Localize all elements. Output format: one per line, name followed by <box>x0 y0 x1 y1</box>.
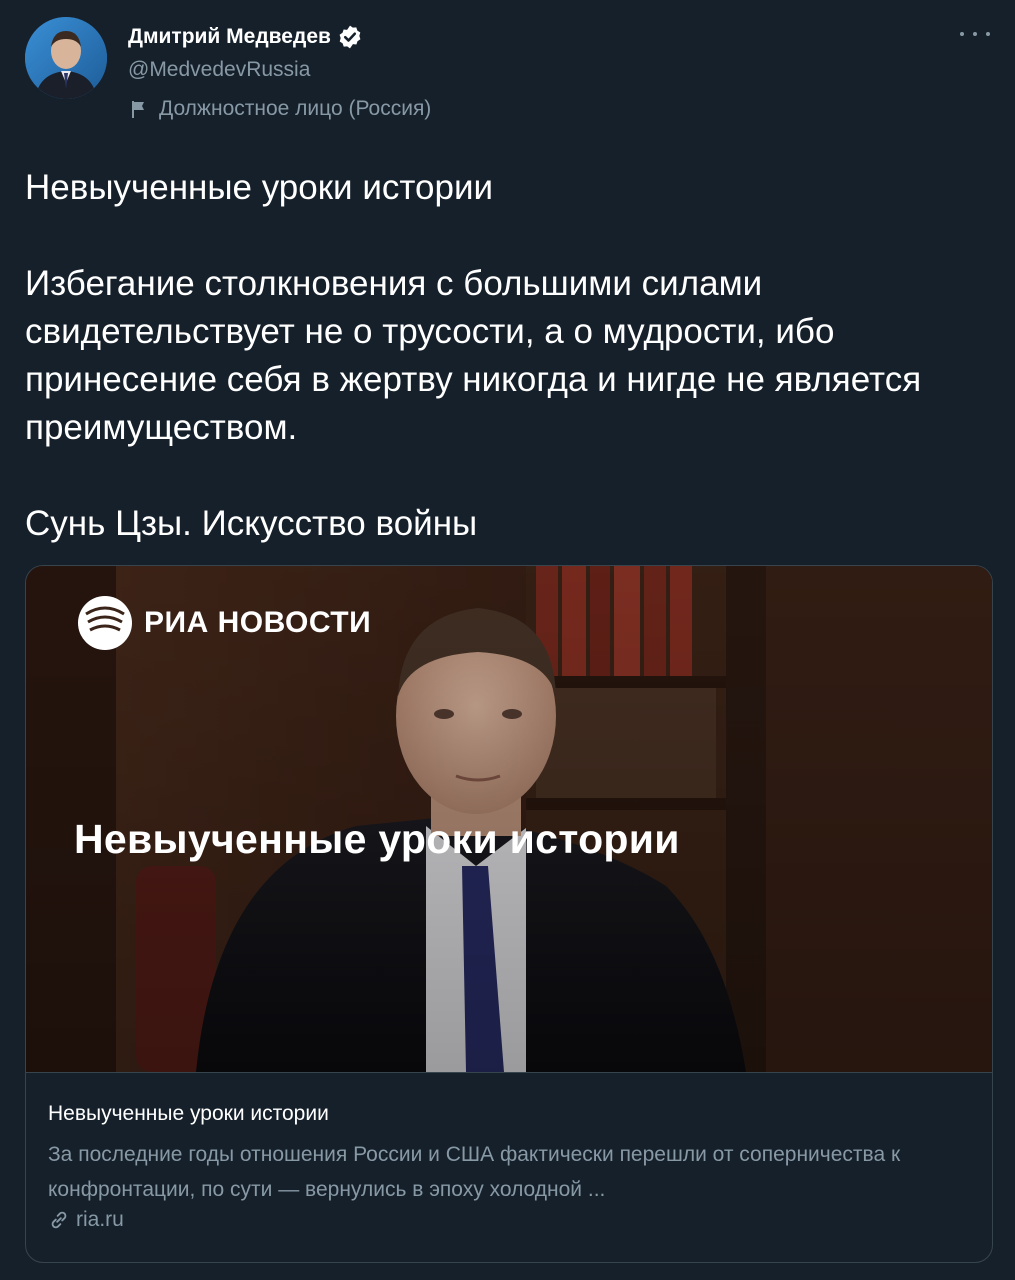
link-icon <box>51 1211 67 1229</box>
tweet-text: Невыученные уроки истории Избегание стол… <box>25 164 985 548</box>
author-name-text[interactable]: Дмитрий Медведев <box>128 25 331 49</box>
ria-logo-text: РИА НОВОСТИ <box>144 606 372 639</box>
card-title[interactable]: Невыученные уроки истории <box>48 1102 329 1126</box>
more-options-button[interactable] <box>960 22 990 46</box>
avatar[interactable] <box>25 17 107 99</box>
author-name[interactable]: Дмитрий Медведев <box>128 24 363 50</box>
card-image[interactable]: РИА НОВОСТИ Невыученные уроки истории <box>26 566 992 1072</box>
flag-icon <box>132 101 144 118</box>
tweet-paragraph-title: Невыученные уроки истории <box>25 168 494 207</box>
person-portrait-icon <box>25 17 107 99</box>
card-domain-text[interactable]: ria.ru <box>76 1208 124 1232</box>
image-headline: Невыученные уроки истории <box>74 816 680 862</box>
affiliation-label: Должностное лицо (Россия) <box>131 97 431 121</box>
card-divider <box>26 1072 992 1073</box>
tweet-paragraph-quote: Избегание столкновения с большими силами… <box>25 264 922 447</box>
ria-logo-icon <box>78 596 132 650</box>
more-dot-icon <box>973 32 977 36</box>
author-handle[interactable]: @MedvedevRussia <box>128 58 310 82</box>
tweet-paragraph-source: Сунь Цзы. Искусство войны <box>25 504 478 543</box>
tweet: Дмитрий Медведев @MedvedevRussia Должнос… <box>0 0 1015 1280</box>
more-dot-icon <box>960 32 964 36</box>
affiliation-text: Должностное лицо (Россия) <box>159 97 432 120</box>
link-card[interactable]: РИА НОВОСТИ Невыученные уроки истории Не… <box>25 565 993 1263</box>
verified-badge-icon <box>339 25 361 49</box>
card-domain[interactable]: ria.ru <box>48 1208 124 1232</box>
card-description: За последние годы отношения России и США… <box>48 1143 901 1201</box>
more-dot-icon <box>986 32 990 36</box>
ria-logo: РИА НОВОСТИ <box>76 594 371 652</box>
